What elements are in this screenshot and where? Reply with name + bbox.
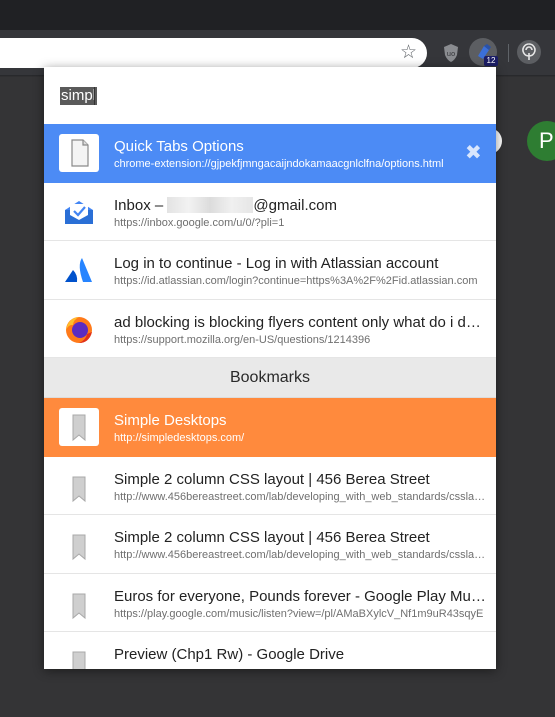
tab-title: Inbox – @gmail.com <box>114 196 337 214</box>
atlassian-icon <box>59 251 99 289</box>
tab-row[interactable]: Quick Tabs Options chrome-extension://gj… <box>44 124 496 183</box>
search-bar[interactable]: simpl <box>44 67 496 124</box>
bookmark-star-icon[interactable]: ☆ <box>400 42 417 64</box>
bookmark-url: http://simpledesktops.com/ <box>114 432 245 444</box>
tab-strip <box>0 0 555 30</box>
bookmark-icon <box>59 525 99 563</box>
tab-title: ad blocking is blocking flyers content o… <box>114 313 489 331</box>
bookmark-url: http://www.456bereastreet.com/lab/develo… <box>114 549 489 561</box>
tab-count-badge: 12 <box>484 56 498 66</box>
address-bar[interactable]: ☆ <box>0 38 427 68</box>
bookmark-url: https://play.google.com/music/listen?vie… <box>114 607 484 620</box>
bookmark-icon <box>59 467 99 505</box>
bookmark-url: http://www.456bereastreet.com/lab/develo… <box>114 490 489 503</box>
bookmark-title: Euros for everyone, Pounds forever - Goo… <box>114 587 489 605</box>
ublock-extension-icon[interactable]: uo <box>437 39 465 67</box>
bookmark-icon <box>59 642 99 669</box>
search-input[interactable]: simpl <box>60 87 98 105</box>
tab-url: https://support.mozilla.org/en-US/questi… <box>114 333 371 346</box>
tab-url: chrome-extension://gjpekfjmngacaijndokam… <box>114 158 444 170</box>
browser-profile-icon[interactable] <box>517 40 541 64</box>
bookmark-row[interactable]: Simple Desktops http://simpledesktops.co… <box>44 398 496 457</box>
toolbar-divider <box>508 44 509 62</box>
bookmark-row[interactable]: Simple 2 column CSS layout | 456 Berea S… <box>44 515 496 574</box>
bookmark-title: Preview (Chp1 Rw) - Google Drive <box>114 646 345 663</box>
tab-url: https://inbox.google.com/u/0/?pli=1 <box>114 216 285 229</box>
redacted-email <box>167 196 254 213</box>
firefox-icon <box>59 310 99 348</box>
tab-row[interactable]: Inbox – @gmail.com https://inbox.google.… <box>44 183 496 241</box>
tab-title: Quick Tabs Options <box>114 138 244 155</box>
bookmark-row[interactable]: Preview (Chp1 Rw) - Google Drive <box>44 632 496 669</box>
svg-text:uo: uo <box>447 50 456 58</box>
bookmark-title: Simple 2 column CSS layout | 456 Berea S… <box>114 529 430 546</box>
page-icon <box>59 134 99 172</box>
tab-row[interactable]: ad blocking is blocking flyers content o… <box>44 300 496 358</box>
bookmark-row[interactable]: Simple 2 column CSS layout | 456 Berea S… <box>44 457 496 515</box>
tab-title: Log in to continue - Log in with Atlassi… <box>114 255 439 272</box>
close-tab-icon[interactable]: ✖ <box>465 143 482 163</box>
quick-tabs-popup: simpl Quick Tabs Options chrome-extensio… <box>44 67 496 669</box>
tab-url: https://id.atlassian.com/login?continue=… <box>114 275 478 287</box>
inbox-icon <box>59 193 99 231</box>
text-caret <box>94 87 95 105</box>
bookmarks-header: Bookmarks <box>44 358 496 398</box>
bookmark-icon <box>59 584 99 622</box>
bookmark-title: Simple Desktops <box>114 412 227 429</box>
bookmark-icon <box>59 408 99 446</box>
bookmark-title: Simple 2 column CSS layout | 456 Berea S… <box>114 470 430 488</box>
tab-row[interactable]: Log in to continue - Log in with Atlassi… <box>44 241 496 300</box>
bookmark-row[interactable]: Euros for everyone, Pounds forever - Goo… <box>44 574 496 632</box>
